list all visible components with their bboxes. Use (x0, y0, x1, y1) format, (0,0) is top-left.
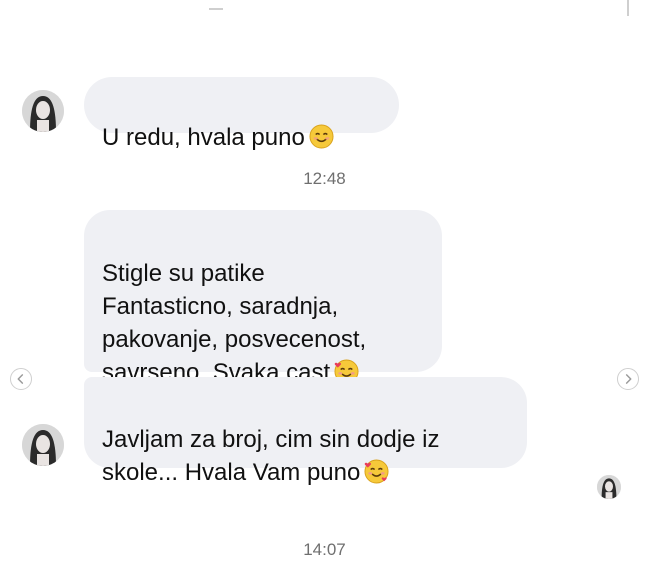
smiling-face-with-hearts-emoji (364, 459, 389, 484)
message-timestamp: 12:48 (303, 169, 346, 188)
message-bubble[interactable]: U redu, hvala puno (84, 77, 399, 151)
top-divider-mark (209, 8, 223, 10)
chevron-left-icon[interactable] (10, 368, 32, 390)
message-bubble[interactable]: Stigle su patike Fantasticno, saradnja, … (84, 210, 442, 386)
chat-thread: U redu, hvala puno 12:48 Stigle su patik… (0, 0, 649, 568)
smiling-face-emoji (309, 124, 334, 149)
seen-receipt-avatar (597, 475, 621, 499)
chevron-right-icon[interactable] (617, 368, 639, 390)
message-timestamp: 14:07 (303, 540, 346, 559)
message-text: Stigle su patike Fantasticno, saradnja, … (102, 260, 367, 386)
contact-avatar[interactable] (22, 424, 64, 466)
contact-avatar[interactable] (22, 90, 64, 132)
top-scroll-mark (627, 0, 629, 16)
message-bubble[interactable]: Javljam za broj, cim sin dodje iz skole.… (84, 377, 527, 486)
message-text: U redu, hvala puno (102, 124, 305, 151)
